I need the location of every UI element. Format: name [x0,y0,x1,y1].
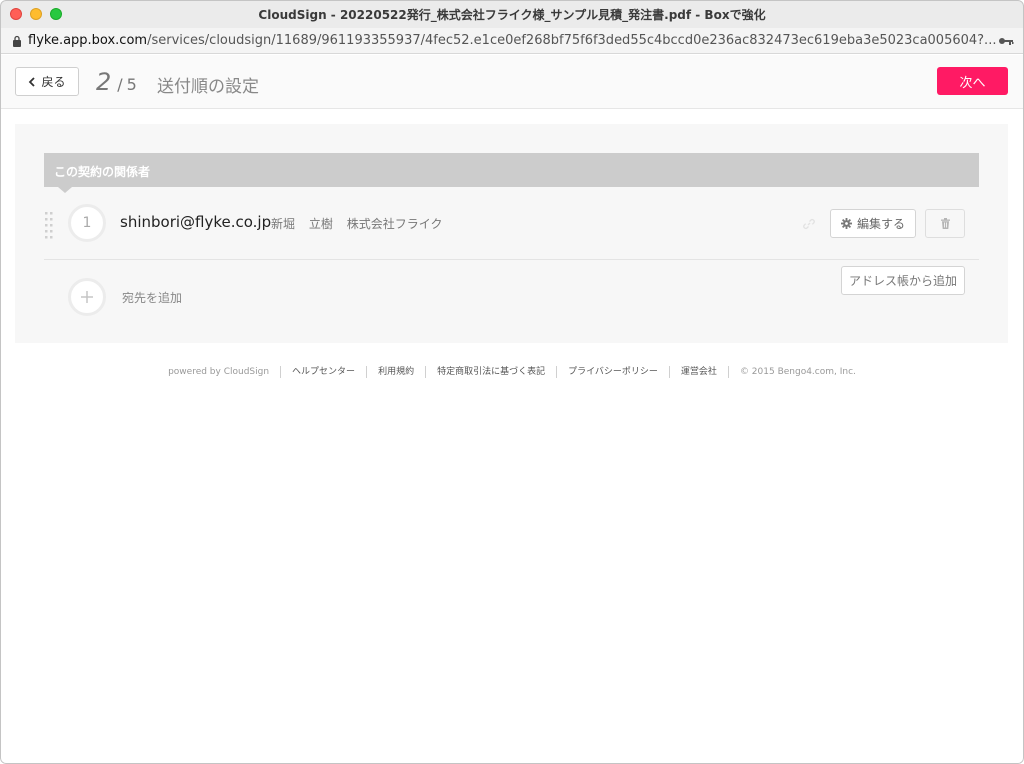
recipient-last-name: 新堀 [271,217,296,231]
recipient-company: 株式会社フライク [346,217,443,231]
footer-link-commerce-law[interactable]: 特定商取引法に基づく表記 [425,366,556,378]
drag-handle-icon[interactable] [44,211,54,239]
footer-link-help[interactable]: ヘルプセンター [280,366,366,378]
footer-link-terms[interactable]: 利用規約 [366,366,425,378]
edit-recipient-button[interactable]: 編集する [830,209,916,238]
window-controls [10,8,62,20]
recipient-order-badge: 1 [68,204,106,242]
page-title: 送付順の設定 [157,77,259,97]
step-separator: / [117,75,123,94]
step-current: 2 [96,68,112,96]
link-icon[interactable] [803,218,815,230]
footer-link-company[interactable]: 運営会社 [668,366,728,378]
section-notch [58,187,72,193]
back-button[interactable]: 戻る [15,67,79,96]
close-window-button[interactable] [10,8,22,20]
recipient-row: 1 shinbori@flyke.co.jp 新堀 立樹 株式会社フライク 編集… [44,196,979,260]
gear-icon [840,218,852,229]
url-path: /services/cloudsign/11689/961193355937/4… [147,33,997,48]
recipient-email: shinbori@flyke.co.jp [120,213,272,231]
footer: powered by CloudSign ヘルプセンター 利用規約 特定商取引法… [0,366,1024,378]
footer-powered-by: powered by CloudSign [168,367,270,377]
add-recipient-row: 宛先を追加 アドレス帳から追加 [44,261,979,327]
trash-icon [940,218,950,229]
back-label: 戻る [41,75,66,89]
minimize-window-button[interactable] [30,8,42,20]
recipient-details: 新堀 立樹 株式会社フライク [271,215,452,232]
footer-link-privacy[interactable]: プライバシーポリシー [556,366,669,378]
next-button[interactable]: 次へ [937,67,1008,95]
step-indicator: 2 / 5 [96,68,137,96]
edit-label: 編集する [856,217,905,231]
key-icon[interactable] [998,35,1014,47]
step-total: 5 [126,75,137,94]
window-title: CloudSign - 20220522発行_株式会社フライク様_サンプル見積_… [258,7,766,22]
url-text[interactable]: flyke.app.box.com/services/cloudsign/116… [28,33,998,48]
add-recipient-button[interactable] [68,278,106,316]
plus-icon [81,291,93,303]
app-header: 戻る 2 / 5 送付順の設定 次へ [0,55,1024,109]
address-bar[interactable]: flyke.app.box.com/services/cloudsign/116… [0,28,1024,54]
lock-icon [13,35,21,47]
add-recipient-label[interactable]: 宛先を追加 [122,289,182,306]
window-border [0,0,1024,764]
add-from-address-book-button[interactable]: アドレス帳から追加 [841,266,965,295]
delete-recipient-button[interactable] [925,209,965,238]
recipients-panel: この契約の関係者 1 shinbori@flyke.co.jp 新堀 立樹 株式… [15,124,1008,343]
url-host: flyke.app.box.com [28,33,148,48]
browser-window: CloudSign - 20220522発行_株式会社フライク様_サンプル見積_… [0,0,1024,764]
chevron-left-icon [29,76,36,87]
section-label: この契約の関係者 [54,165,151,179]
section-header: この契約の関係者 [44,153,979,193]
recipient-first-name: 立樹 [308,217,333,231]
footer-copyright: © 2015 Bengo4.com, Inc. [727,366,867,378]
zoom-window-button[interactable] [50,8,62,20]
title-bar: CloudSign - 20220522発行_株式会社フライク様_サンプル見積_… [0,0,1024,28]
